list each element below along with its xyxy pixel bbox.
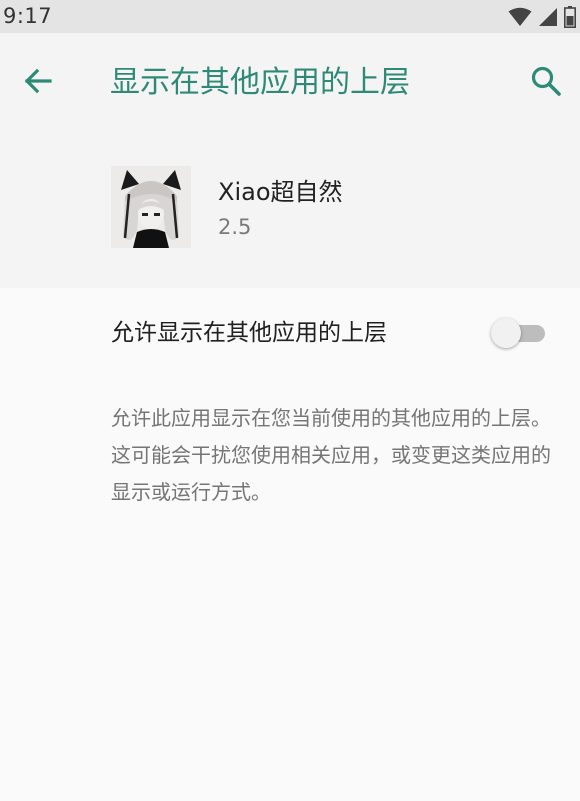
wifi-icon	[508, 7, 532, 27]
arrow-back-icon	[23, 66, 53, 100]
status-time: 9:17	[3, 4, 53, 28]
app-version: 2.5	[218, 215, 252, 239]
app-header: Xiao超自然 2.5	[0, 133, 580, 288]
permission-label: 允许显示在其他应用的上层	[111, 320, 387, 346]
page-title: 显示在其他应用的上层	[110, 65, 410, 100]
app-bar: 显示在其他应用的上层	[0, 33, 580, 133]
switch-thumb	[491, 318, 521, 348]
status-icons	[508, 6, 576, 28]
signal-icon	[538, 7, 558, 27]
app-name: Xiao超自然	[218, 178, 343, 206]
permission-description: 允许此应用显示在您当前使用的其他应用的上层。这可能会干扰您使用相关应用，或变更这…	[111, 406, 551, 504]
overlay-permission-switch[interactable]	[491, 315, 549, 351]
app-icon	[111, 166, 191, 248]
back-button[interactable]	[16, 61, 60, 105]
search-icon	[530, 65, 562, 101]
search-button[interactable]	[524, 61, 568, 105]
status-bar: 9:17	[0, 0, 580, 33]
permission-toggle-row[interactable]: 允许显示在其他应用的上层	[0, 288, 580, 378]
battery-icon	[564, 6, 576, 28]
